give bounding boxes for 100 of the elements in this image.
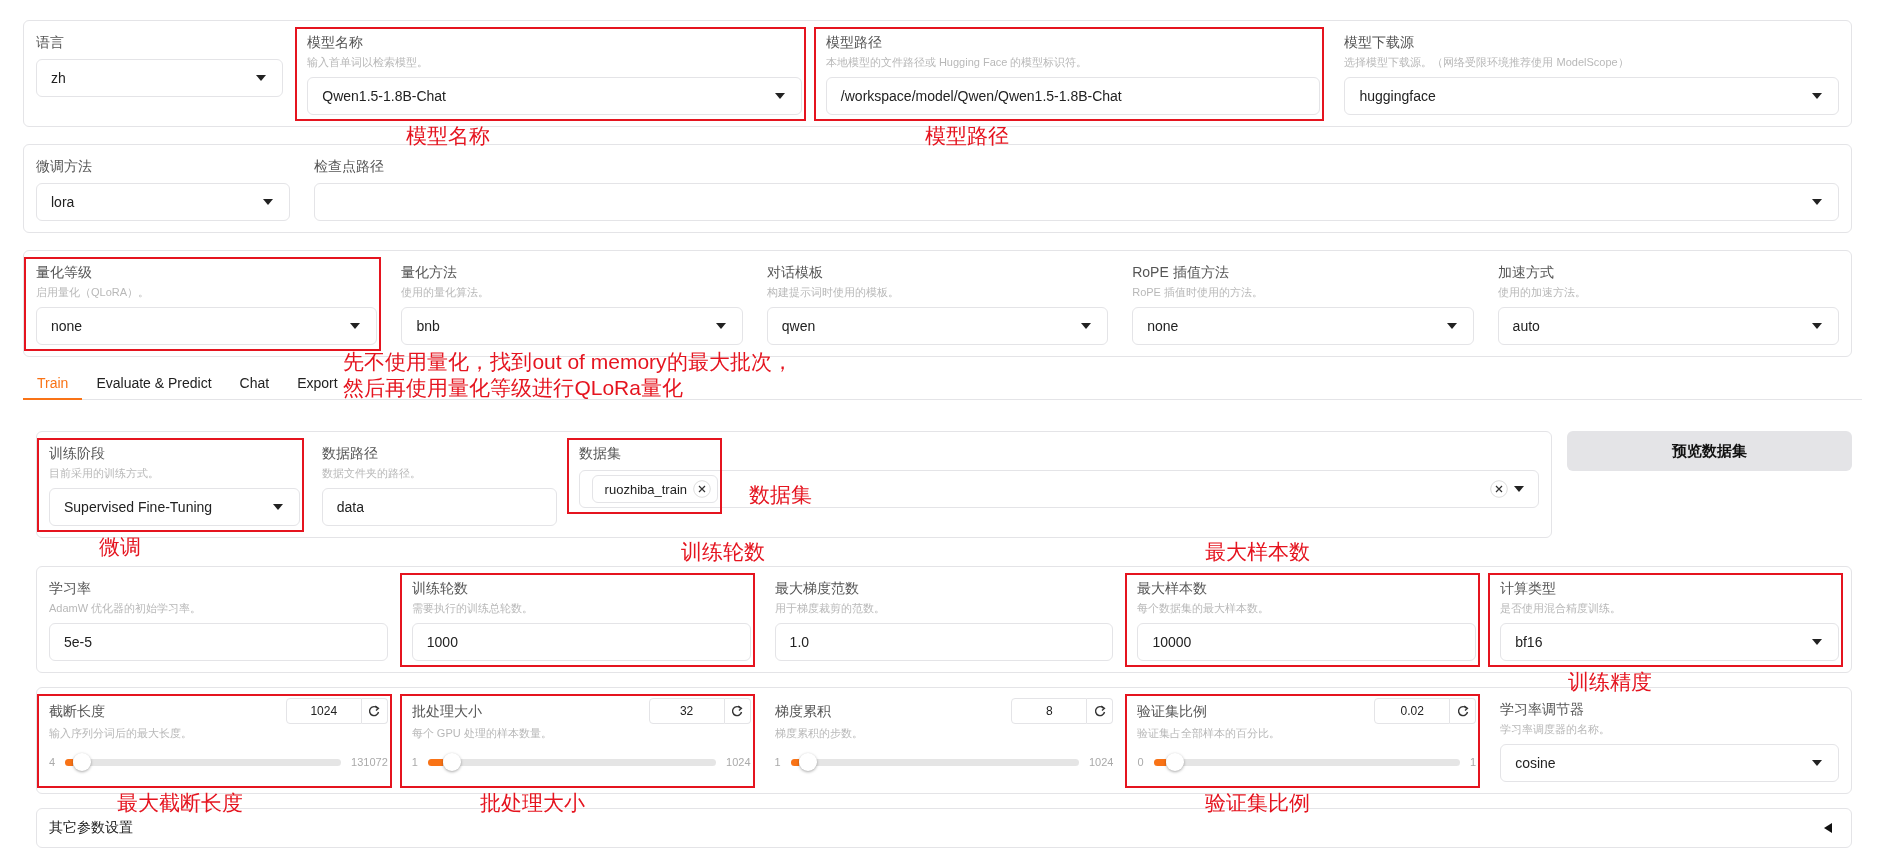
field-hint: 每个 GPU 处理的样本数量。: [411, 726, 553, 741]
slider-max-label: 1024: [726, 756, 751, 768]
field-label: 对话模板: [766, 263, 824, 282]
number-field[interactable]: 1024: [285, 698, 362, 724]
field-label: 模型下载源: [1344, 33, 1416, 52]
reset-button[interactable]: [1087, 698, 1114, 724]
dropdown[interactable]: qwen: [766, 307, 1109, 345]
text-field[interactable]: 1.0: [774, 623, 1114, 661]
reset-icon: [731, 705, 744, 717]
dropdown[interactable]: auto: [1497, 307, 1839, 345]
caret-icon: [256, 75, 267, 81]
caret-icon: [1812, 323, 1822, 329]
reset-button[interactable]: [361, 698, 388, 724]
field-label: 批处理大小: [411, 702, 482, 721]
field-label: 学习率: [49, 579, 92, 598]
caret-icon: [774, 93, 785, 99]
field-label: 语言: [36, 33, 65, 52]
dropdown[interactable]: lora: [36, 183, 291, 221]
field-hint: 是否使用混合精度训练。: [1500, 601, 1623, 616]
slider-track[interactable]: [65, 752, 342, 772]
field-label: RoPE 插值方法: [1132, 263, 1230, 282]
slider-track[interactable]: [1153, 752, 1461, 772]
reset-button[interactable]: [1450, 698, 1477, 724]
slider-thumb[interactable]: [1165, 753, 1184, 771]
slider-min-label: 4: [49, 756, 56, 768]
field-hint: 梯度累积的步数。: [774, 726, 864, 741]
slider-track[interactable]: [427, 752, 717, 772]
text-field[interactable]: 5e-5: [49, 623, 388, 661]
caret-icon: [1081, 323, 1092, 329]
dropdown[interactable]: [314, 183, 1839, 221]
field-label: 计算类型: [1500, 579, 1558, 598]
slider-max-label: 1024: [1088, 756, 1114, 768]
text-field[interactable]: 10000: [1137, 623, 1477, 661]
slider-thumb[interactable]: [798, 753, 817, 771]
slider-max-label: 1: [1470, 756, 1477, 768]
reset-button[interactable]: [724, 698, 751, 724]
annotation-text: 模型名称: [406, 123, 491, 149]
annotation-text: 微调: [99, 534, 142, 560]
field-hint: 验证集占全部样本的百分比。: [1137, 726, 1282, 741]
dropdown[interactable]: Qwen1.5-1.8B-Chat: [307, 77, 802, 115]
dropdown[interactable]: bnb: [401, 307, 743, 345]
dataset-tag[interactable]: ruozhiba_train: [591, 475, 718, 503]
dropdown[interactable]: none: [1132, 307, 1474, 345]
field-hint: 需要执行的训练总轮数。: [411, 601, 534, 616]
caret-icon: [350, 323, 361, 329]
annotation-text: 训练轮数: [680, 539, 765, 565]
annotation-text: 训练精度: [1567, 669, 1652, 695]
dropdown[interactable]: cosine: [1500, 744, 1839, 782]
tab[interactable]: Chat: [225, 369, 284, 400]
reset-icon: [1456, 705, 1469, 717]
clear-icon: [1490, 480, 1508, 498]
field-label: 模型名称: [307, 33, 365, 52]
field-label: 量化方法: [401, 263, 459, 282]
dropdown[interactable]: zh: [36, 59, 284, 97]
field-label: 验证集比例: [1137, 702, 1208, 721]
remove-icon: [693, 480, 711, 498]
text-field[interactable]: data: [321, 488, 557, 526]
field-label: 检查点路径: [314, 157, 386, 176]
field-label: 加速方式: [1497, 263, 1555, 282]
slider-min-label: 1: [774, 756, 781, 768]
caret-icon: [1446, 323, 1457, 329]
text-field[interactable]: /workspace/model/Qwen/Qwen1.5-1.8B-Chat: [825, 77, 1321, 115]
field-hint: 数据文件夹的路径。: [321, 466, 422, 481]
text-field[interactable]: 1000: [411, 623, 751, 661]
field-hint: 构建提示词时使用的模板。: [766, 285, 900, 300]
field-label: 训练轮数: [411, 579, 469, 598]
field-label: 数据集: [578, 444, 622, 463]
reset-icon: [1093, 705, 1106, 717]
dropdown[interactable]: bf16: [1500, 623, 1839, 661]
caret-icon: [263, 199, 274, 205]
field-hint: RoPE 插值时使用的方法。: [1132, 285, 1264, 300]
preview-dataset-button[interactable]: 预览数据集: [1567, 431, 1852, 471]
dropdown[interactable]: huggingface: [1344, 77, 1839, 115]
dropdown[interactable]: none: [36, 307, 378, 345]
caret-icon: [1812, 760, 1822, 766]
field-hint: 输入首单词以检索模型。: [307, 55, 430, 70]
number-field[interactable]: 8: [1011, 698, 1088, 724]
field-hint: 目前采用的训练方式。: [49, 466, 160, 481]
tab[interactable]: Evaluate & Predict: [82, 369, 226, 400]
field-hint: 本地模型的文件路径或 Hugging Face 的模型标识符。: [825, 55, 1089, 70]
field-hint: 启用量化（QLoRA）。: [36, 285, 151, 300]
slider-thumb[interactable]: [442, 753, 461, 771]
field-label: 模型路径: [825, 33, 883, 52]
annotation-text: 数据集: [748, 482, 812, 508]
field-hint: 选择模型下载源。（网络受限环境推荐使用 ModelScope）: [1344, 55, 1630, 70]
field-hint: 用于梯度裁剪的范数。: [774, 601, 886, 616]
field-hint: 输入序列分词后的最大长度。: [49, 726, 193, 741]
field-hint: 学习率调度器的名称。: [1500, 722, 1612, 737]
field-label: 数据路径: [321, 444, 379, 463]
slider-max-label: 131072: [351, 756, 388, 768]
caret-icon: [272, 504, 283, 510]
slider-thumb[interactable]: [73, 753, 92, 771]
caret-icon: [1812, 93, 1822, 99]
dropdown[interactable]: Supervised Fine-Tuning: [49, 488, 300, 526]
number-field[interactable]: 32: [648, 698, 725, 724]
field-label: 学习率调节器: [1500, 700, 1586, 719]
slider-track[interactable]: [790, 752, 1079, 772]
caret-icon: [1812, 199, 1822, 205]
field-hint: 使用的加速方法。: [1497, 285, 1587, 300]
number-field[interactable]: 0.02: [1374, 698, 1451, 724]
